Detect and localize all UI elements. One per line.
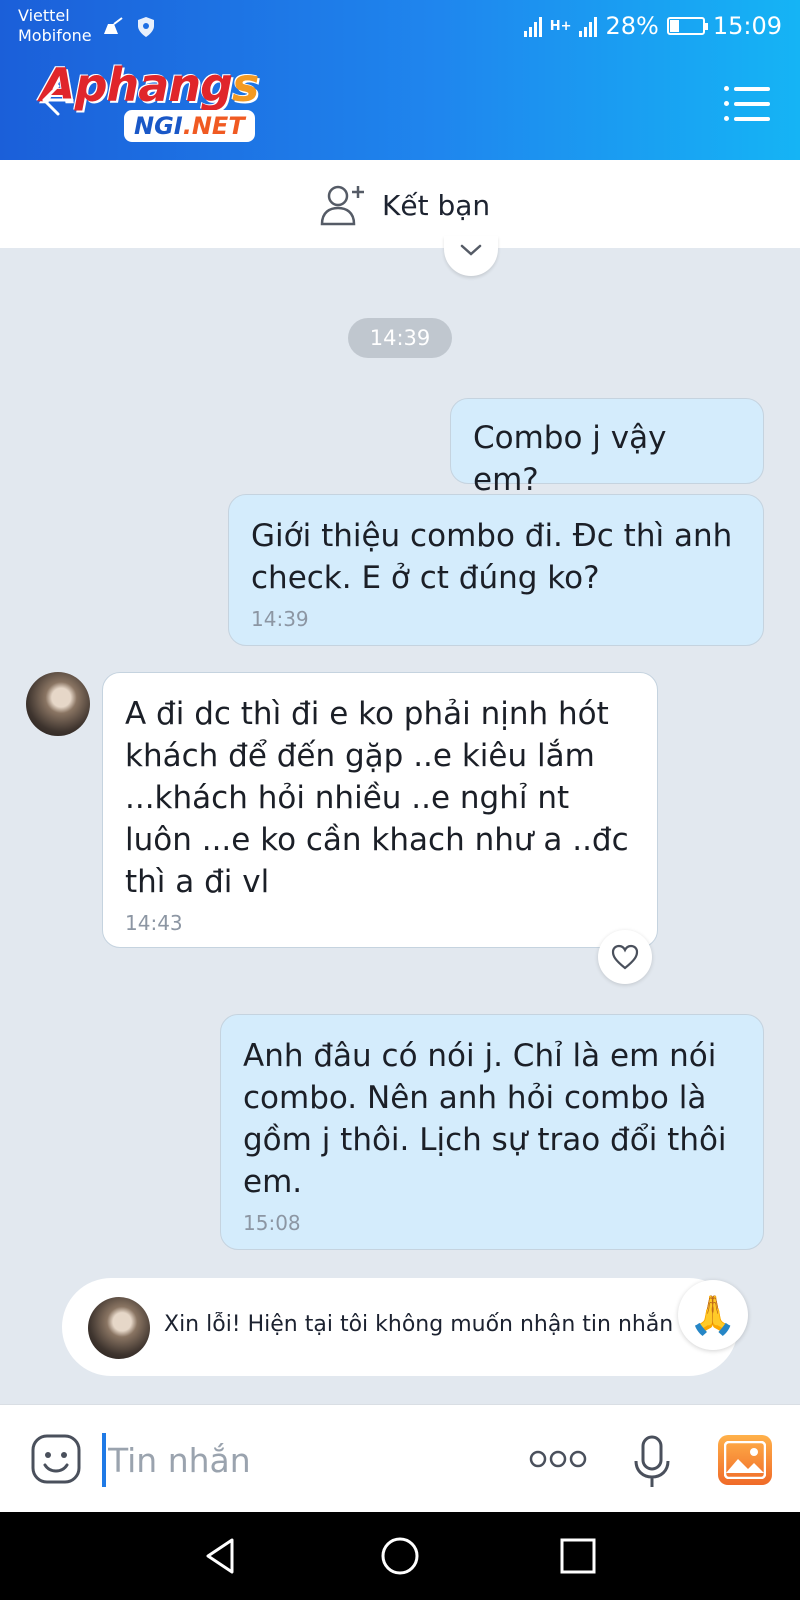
message-bubble-them[interactable]: A đi dc thì đi e ko phải nịnh hót khách … bbox=[102, 672, 658, 948]
nav-home-icon[interactable] bbox=[378, 1534, 422, 1578]
signal-icon-2 bbox=[579, 15, 598, 37]
battery-icon bbox=[666, 17, 708, 35]
carrier-names: Viettel Mobifone bbox=[18, 6, 92, 46]
quick-reaction-button[interactable]: 🙏 bbox=[678, 1280, 748, 1350]
message-text: Anh đâu có nói j. Chỉ là em nói combo. N… bbox=[243, 1038, 727, 1200]
menu-icon[interactable] bbox=[724, 86, 770, 122]
message-bubble-me[interactable]: Giới thiệu combo đi. Đc thì anh check. E… bbox=[228, 494, 764, 646]
status-right: H+ 28% 15:09 bbox=[523, 12, 782, 40]
carrier-1: Viettel bbox=[18, 6, 70, 25]
clock: 15:09 bbox=[712, 12, 782, 40]
auto-reply-notice: Xin lỗi! Hiện tại tôi không muốn nhận ti… bbox=[62, 1278, 738, 1376]
text-cursor bbox=[102, 1433, 106, 1487]
message-bubble-me[interactable]: Anh đâu có nói j. Chỉ là em nói combo. N… bbox=[220, 1014, 764, 1250]
status-notification-icons bbox=[102, 16, 156, 38]
heart-icon bbox=[611, 944, 639, 970]
message-bubble-me[interactable]: Combo j vậy em? bbox=[450, 398, 764, 498]
shield-icon bbox=[138, 17, 154, 37]
battery-percent: 28% bbox=[605, 12, 659, 40]
message-text: A đi dc thì đi e ko phải nịnh hót khách … bbox=[125, 696, 629, 900]
nav-recents-icon[interactable] bbox=[556, 1534, 600, 1578]
avatar[interactable] bbox=[26, 672, 90, 736]
network-type: H+ bbox=[549, 18, 572, 34]
message-time: 14:39 bbox=[251, 607, 309, 631]
photo-button[interactable] bbox=[718, 1435, 772, 1485]
message-time: 14:43 bbox=[125, 911, 183, 935]
message-input-bar bbox=[0, 1404, 800, 1512]
back-arrow-icon[interactable] bbox=[34, 78, 78, 122]
image-icon bbox=[724, 1441, 766, 1479]
app-header: Viettel Mobifone H+ 28% 15:09 Aphangs NG… bbox=[0, 0, 800, 160]
message-input[interactable] bbox=[108, 1435, 488, 1485]
more-options-icon[interactable] bbox=[528, 1447, 588, 1471]
react-button[interactable] bbox=[598, 930, 652, 984]
time-separator: 14:39 bbox=[348, 318, 452, 358]
message-text: Combo j vậy em? bbox=[473, 420, 667, 498]
message-text: Giới thiệu combo đi. Đc thì anh check. E… bbox=[251, 518, 733, 596]
nav-back-icon[interactable] bbox=[200, 1534, 244, 1578]
emoji-icon[interactable] bbox=[30, 1433, 82, 1485]
microphone-icon[interactable] bbox=[632, 1435, 672, 1489]
add-user-icon bbox=[320, 185, 364, 226]
message-time: 15:08 bbox=[243, 1211, 301, 1235]
cleaner-icon bbox=[104, 17, 123, 34]
system-nav-bar bbox=[0, 1512, 800, 1600]
status-bar: Viettel Mobifone H+ 28% 15:09 bbox=[0, 0, 800, 54]
chevron-down-icon bbox=[460, 244, 482, 256]
add-friend-label: Kết bạn bbox=[382, 188, 491, 222]
notice-avatar bbox=[88, 1297, 150, 1359]
collapse-toggle[interactable] bbox=[444, 236, 498, 276]
signal-icon bbox=[523, 15, 542, 37]
notice-text: Xin lỗi! Hiện tại tôi không muốn nhận ti… bbox=[164, 1312, 674, 1337]
carrier-2: Mobifone bbox=[18, 26, 92, 45]
add-friend-bar[interactable]: Kết bạn bbox=[0, 160, 800, 248]
